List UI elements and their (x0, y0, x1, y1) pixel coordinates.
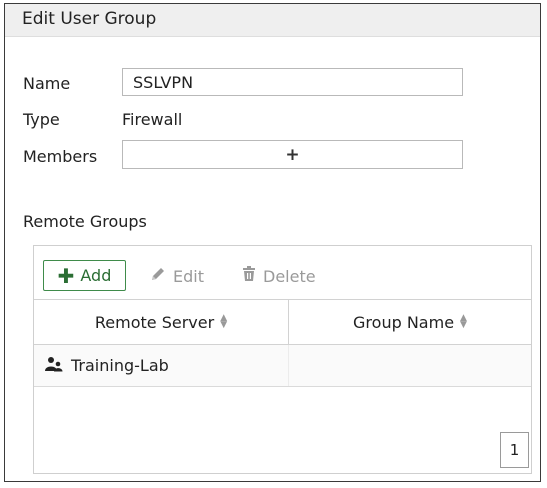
pencil-icon (150, 266, 166, 286)
group-name-cell (289, 345, 531, 386)
table-row[interactable]: Training-Lab (34, 345, 531, 387)
column-remote-server[interactable]: Remote Server ▲ ▼ (34, 300, 289, 344)
remote-groups-panel: ✚ Add Edit Delete Remote Server ▲ ▼ Grou… (33, 245, 532, 474)
name-input[interactable] (122, 68, 463, 96)
delete-button-label: Delete (263, 266, 316, 286)
column-group-name[interactable]: Group Name ▲ ▼ (289, 300, 531, 344)
column-label: Group Name (353, 312, 455, 332)
type-value: Firewall (122, 110, 183, 129)
sort-icon: ▲ ▼ (220, 313, 228, 330)
edit-user-group-dialog: Edit User Group Name Type Firewall Membe… (4, 3, 541, 482)
type-label: Type (23, 110, 60, 129)
remote-groups-toolbar: ✚ Add Edit Delete (34, 246, 531, 300)
page-number[interactable]: 1 (500, 432, 529, 468)
edit-button[interactable]: Edit (150, 266, 204, 286)
dialog-title: Edit User Group (5, 4, 540, 37)
trash-icon (242, 266, 256, 286)
members-add-field[interactable]: + (122, 140, 463, 169)
user-group-icon (45, 356, 63, 376)
grid-header: Remote Server ▲ ▼ Group Name ▲ ▼ (34, 300, 531, 345)
remote-groups-label: Remote Groups (23, 212, 147, 231)
members-label: Members (23, 147, 98, 166)
remote-server-cell: Training-Lab (34, 345, 289, 386)
column-label: Remote Server (94, 312, 215, 332)
edit-button-label: Edit (173, 266, 204, 286)
add-button[interactable]: ✚ Add (43, 260, 126, 291)
add-button-label: Add (80, 266, 112, 285)
remote-server-name: Training-Lab (71, 356, 169, 375)
name-label: Name (23, 74, 71, 93)
delete-button[interactable]: Delete (242, 266, 316, 286)
plus-icon: ✚ (57, 263, 75, 288)
sort-icon: ▲ ▼ (460, 313, 467, 330)
plus-icon: + (285, 144, 300, 165)
